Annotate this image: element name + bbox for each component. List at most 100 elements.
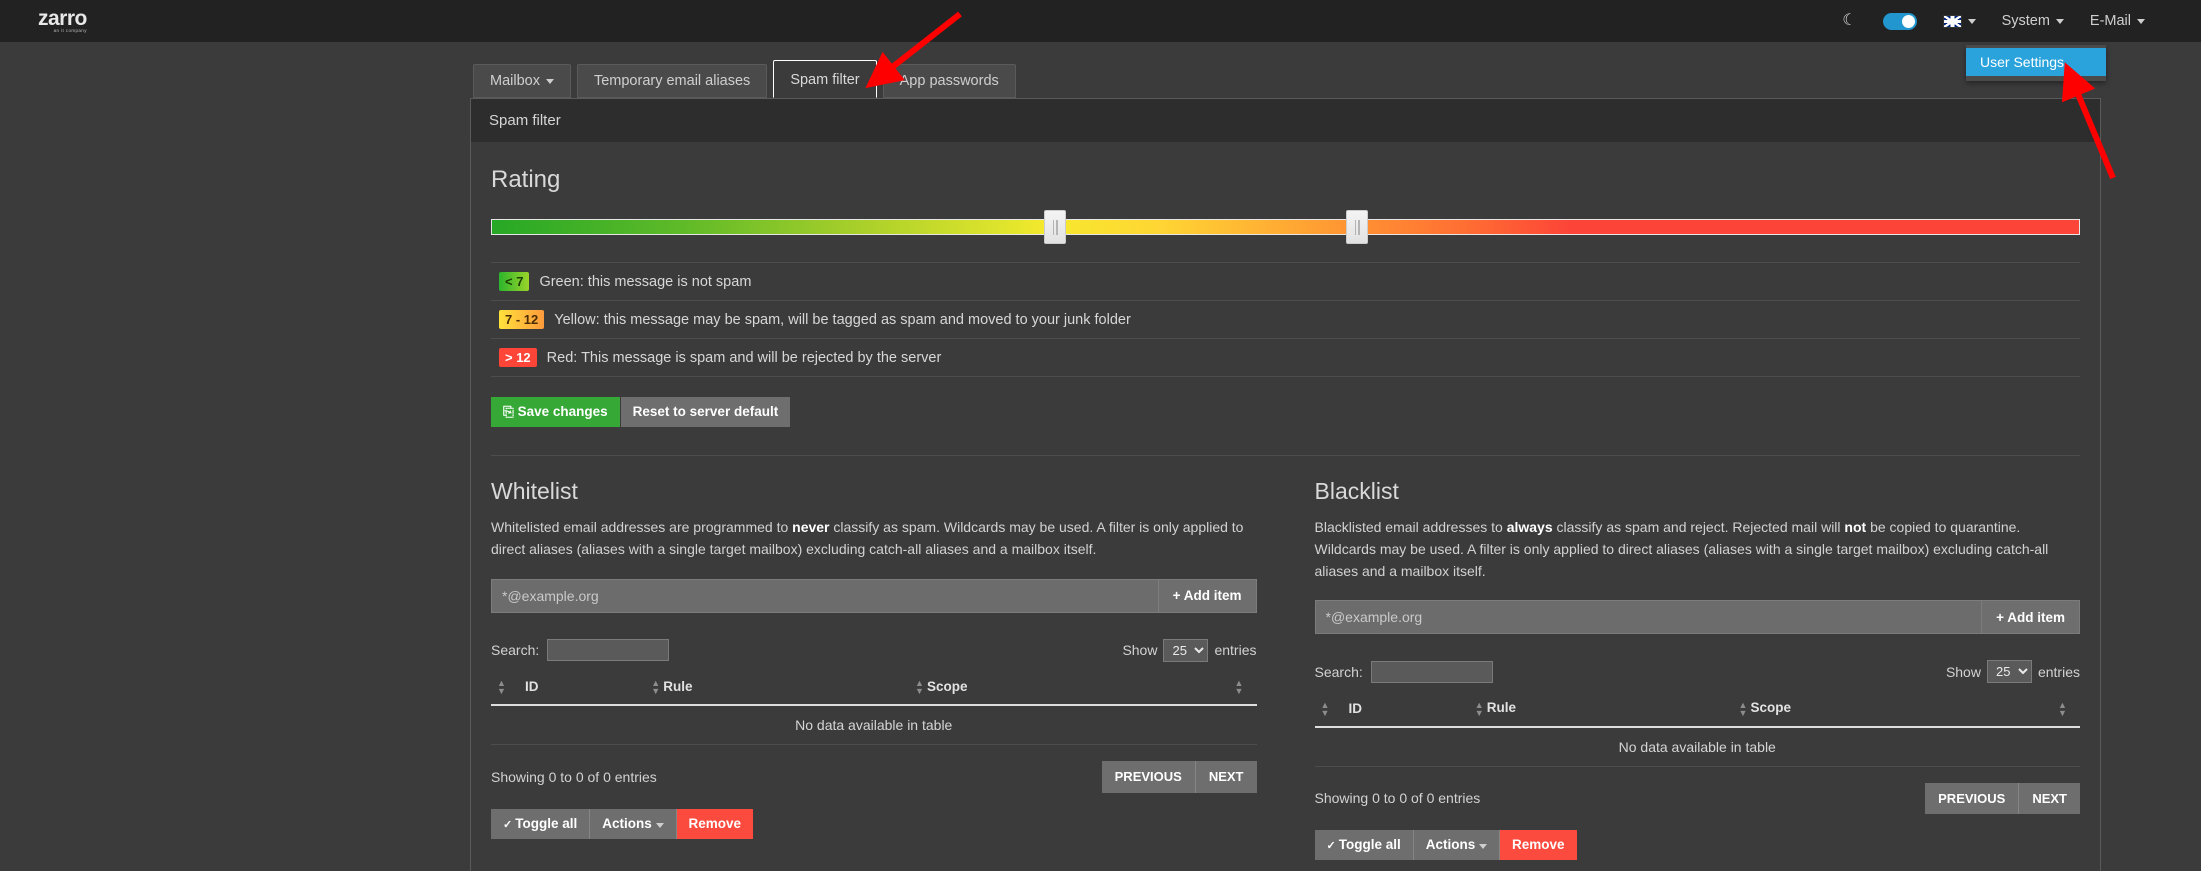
blacklist-col-actions[interactable]: ▲ ▼: [2052, 691, 2080, 728]
whitelist-actions-button[interactable]: Actions: [589, 808, 676, 839]
grip-line-icon: [1358, 219, 1360, 235]
blacklist-description: Blacklisted email addresses to always cl…: [1314, 519, 2049, 579]
rating-badge-yellow: 7 - 12: [499, 310, 545, 329]
email-menu-label: E-Mail: [2089, 13, 2131, 29]
whitelist-page-size-select[interactable]: 25: [1163, 638, 1209, 662]
tab-temporary-email-aliases[interactable]: Temporary email aliases: [576, 64, 768, 98]
whitelist-show-entries: Show 25 entries: [1122, 638, 1257, 662]
table-header-row: ▲ ▼ ID ▲ ▼ Rule ▲ ▼ Scope ▲ ▼: [1314, 691, 2080, 728]
rating-slider[interactable]: [491, 210, 2080, 244]
divider: [491, 455, 2080, 457]
blacklist-previous-button[interactable]: PREVIOUS: [1925, 782, 2019, 815]
dark-mode-toggle[interactable]: [1882, 12, 1917, 30]
blacklist-bulk-actions: ✓ Toggle all Actions Remove: [1314, 830, 2081, 861]
reset-to-server-default-button[interactable]: Reset to server default: [620, 397, 791, 428]
rating-slider-handle-low[interactable]: [1044, 210, 1067, 244]
whitelist-toggle-all-button[interactable]: ✓ Toggle all: [491, 808, 590, 839]
whitelist-search-label: Search:: [491, 642, 540, 659]
whitelist-col-id[interactable]: ID: [519, 669, 646, 707]
email-menu[interactable]: E-Mail: [2090, 13, 2145, 29]
sort-icon: ▲ ▼: [1320, 699, 1330, 718]
blacklist-title: Blacklist: [1314, 478, 1399, 505]
whitelist-col-select[interactable]: ▲ ▼: [491, 669, 519, 707]
save-changes-button[interactable]: ⎘ Save changes: [491, 397, 620, 428]
whitelist-bulk-actions: ✓ Toggle all Actions Remove: [491, 808, 1257, 839]
whitelist-description: Whitelisted email addresses are programm…: [491, 519, 1244, 557]
tab-spam-filter[interactable]: Spam filter: [773, 60, 877, 98]
blacklist-col-rule[interactable]: ▲ ▼ Rule: [1468, 691, 1733, 728]
legend-text-red: Red: This message is spam and will be re…: [546, 349, 942, 366]
blacklist-toggle-all-button[interactable]: ✓ Toggle all: [1314, 830, 1413, 861]
blacklist-input[interactable]: [1314, 600, 1982, 635]
whitelist-add-item-button[interactable]: + Add item: [1157, 578, 1257, 613]
system-menu[interactable]: System: [2002, 13, 2064, 29]
whitelist-previous-button[interactable]: PREVIOUS: [1101, 761, 1195, 793]
sort-icon: ▲ ▼: [1738, 699, 1748, 718]
check-icon: ✓: [1326, 840, 1336, 853]
rating-slider-handle-high[interactable]: [1346, 210, 1368, 244]
tab-app-passwords-label: App passwords: [899, 73, 999, 89]
tab-mailbox[interactable]: Mailbox: [473, 64, 571, 98]
sort-icon: ▲ ▼: [2058, 699, 2067, 718]
chevron-down-icon: [655, 822, 664, 828]
blacklist-table-controls: Search: Show 25 entries: [1314, 660, 2080, 684]
menu-item-user-settings[interactable]: User Settings: [1966, 48, 2106, 76]
legend-row-red: > 12 Red: This message is spam and will …: [491, 339, 2080, 377]
blacklist-col-id[interactable]: ID: [1342, 691, 1469, 728]
chevron-down-icon: [1967, 18, 1976, 24]
check-icon: ✓: [503, 818, 513, 831]
uk-flag-icon: [1942, 14, 1962, 28]
sort-icon: ▲ ▼: [1234, 678, 1244, 696]
whitelist-col-rule[interactable]: ▲ ▼ Rule: [645, 669, 910, 707]
blacklist-show-label: Show: [1945, 663, 1981, 680]
table-header-row: ▲ ▼ ID ▲ ▼ Rule ▲ ▼ Scope ▲ ▼: [491, 669, 1257, 707]
whitelist-next-button[interactable]: NEXT: [1194, 761, 1257, 793]
blacklist-add-group: + Add item: [1314, 600, 2080, 635]
blacklist-entries-label: entries: [2037, 663, 2080, 680]
blacklist-add-item-button[interactable]: + Add item: [1981, 600, 2080, 635]
whitelist-empty-message: No data available in table: [491, 705, 1257, 745]
grip-line-icon: [1052, 219, 1055, 235]
rating-badge-red: > 12: [499, 348, 537, 367]
rating-slider-track[interactable]: [491, 219, 2080, 235]
blacklist-table-head: ▲ ▼ ID ▲ ▼ Rule ▲ ▼ Scope ▲ ▼: [1314, 691, 2080, 728]
whitelist-col-scope[interactable]: ▲ ▼ Scope: [909, 669, 1229, 707]
system-menu-label: System: [2001, 13, 2050, 29]
whitelist-col-actions[interactable]: ▲ ▼: [1228, 669, 1257, 707]
legend-row-yellow: 7 - 12 Yellow: this message may be spam,…: [491, 301, 2080, 339]
language-selector[interactable]: [1942, 14, 1976, 28]
blacklist-search-input[interactable]: [1370, 660, 1493, 683]
panel-header: Spam filter: [471, 99, 2100, 142]
whitelist-input[interactable]: [491, 578, 1158, 613]
rating-legend: < 7 Green: this message is not spam 7 - …: [491, 262, 2080, 377]
moon-icon: ☾: [1842, 12, 1857, 29]
chevron-down-icon: [545, 78, 554, 84]
whitelist-remove-button[interactable]: Remove: [675, 808, 754, 839]
whitelist-pagination: PREVIOUS NEXT: [1101, 761, 1257, 793]
tab-app-passwords[interactable]: App passwords: [882, 64, 1016, 98]
blacklist-actions-button[interactable]: Actions: [1412, 830, 1500, 861]
blacklist-entries-info: Showing 0 to 0 of 0 entries: [1314, 790, 1481, 807]
top-bar: zarro an it company ☾ System E-Mail User…: [0, 0, 2201, 81]
blacklist-remove-button[interactable]: Remove: [1499, 830, 1577, 861]
top-navigation: ☾ System E-Mail: [1842, 12, 2181, 30]
whitelist-show-label: Show: [1122, 642, 1158, 659]
legend-text-green: Green: this message is not spam: [539, 273, 752, 290]
blacklist-page-size-select[interactable]: 25: [1986, 660, 2032, 684]
whitelist-search-input[interactable]: [547, 639, 670, 662]
save-changes-label: Save changes: [517, 404, 608, 419]
chevron-down-icon: [2055, 18, 2064, 24]
whitelist-entries-label: entries: [1214, 642, 1257, 659]
blacklist-col-scope[interactable]: ▲ ▼ Scope: [1732, 691, 2052, 728]
blacklist-next-button[interactable]: NEXT: [2018, 782, 2080, 815]
save-icon: ⎘: [503, 404, 514, 419]
tab-bar: Mailbox Temporary email aliases Spam fil…: [0, 56, 2201, 98]
blacklist-col-select[interactable]: ▲ ▼: [1314, 691, 1343, 728]
grip-line-icon: [1056, 219, 1058, 235]
whitelist-title: Whitelist: [491, 478, 578, 505]
blacklist-search-label: Search:: [1314, 663, 1363, 680]
grip-line-icon: [1354, 219, 1356, 235]
blacklist-table-body: No data available in table: [1314, 726, 2080, 767]
rating-actions: ⎘ Save changes Reset to server default: [491, 397, 2080, 428]
brand-logo[interactable]: zarro an it company: [38, 8, 87, 34]
